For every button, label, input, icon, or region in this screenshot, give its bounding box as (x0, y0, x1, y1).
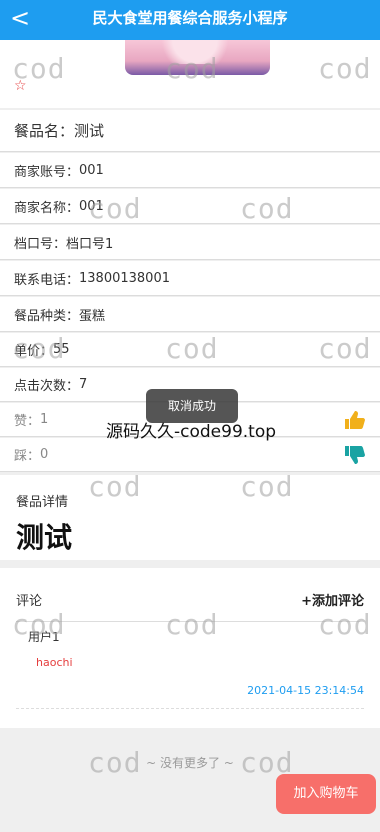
add-to-cart-button[interactable]: 加入购物车 (276, 774, 376, 814)
dislike-value: 0 (40, 447, 49, 462)
watermark: cod (88, 192, 142, 225)
info-row-name: 餐品名： 测试 (0, 110, 380, 152)
watermark: cod (88, 746, 142, 779)
watermark: cod (12, 52, 66, 85)
info-row-merchant-name: 商家名称： 001 (0, 189, 380, 224)
info-row-category: 餐品种类： 蛋糕 (0, 297, 380, 332)
watermark: cod (240, 470, 294, 503)
dislike-label: 踩： (14, 449, 41, 464)
watermark: cod (165, 608, 219, 641)
watermark: cod (12, 332, 66, 365)
watermark: cod (318, 332, 372, 365)
name-label: 餐品名： (14, 122, 75, 140)
info-row-stall: 档口号： 档口号1 (0, 225, 380, 260)
divider (16, 708, 364, 709)
thumbs-up-icon[interactable] (344, 410, 366, 435)
comments-title: 评论 (16, 594, 43, 609)
like-value: 1 (40, 412, 49, 427)
watermark: cod (240, 746, 294, 779)
name-value: 测试 (74, 122, 105, 140)
phone-label: 联系电话： (14, 272, 80, 288)
watermark: cod (165, 332, 219, 365)
add-comment-button[interactable]: +添加评论 (301, 590, 364, 609)
comments-section: 评论 +添加评论 用户1 haochi 2021-04-15 23:14:54 (0, 568, 380, 728)
phone-value: 13800138001 (79, 270, 170, 286)
like-label: 赞： (14, 414, 41, 429)
watermark: cod (88, 470, 142, 503)
page-title: 民大食堂用餐综合服务小程序 (92, 9, 288, 27)
clicks-value: 7 (79, 377, 88, 392)
no-more-text: ~ 没有更多了 ~ (146, 756, 234, 770)
detail-value: 测试 (16, 521, 73, 554)
merchant-name-label: 商家名称： (14, 200, 80, 216)
info-row-phone: 联系电话： 13800138001 (0, 261, 380, 296)
comment-text: haochi (36, 656, 73, 669)
category-label: 餐品种类： (14, 308, 80, 324)
clicks-label: 点击次数： (14, 379, 80, 394)
thumbs-down-icon[interactable] (344, 445, 366, 470)
overlay-watermark-text: 源码久久-code99.top (106, 422, 277, 442)
info-row-merchant-account: 商家账号： 001 (0, 153, 380, 188)
watermark: cod (240, 192, 294, 225)
merchant-account-value: 001 (79, 162, 104, 178)
watermark: cod (318, 608, 372, 641)
detail-section: 餐品详情 测试 (0, 475, 380, 560)
watermark: cod (318, 52, 372, 85)
top-bar: < 民大食堂用餐综合服务小程序 (0, 0, 380, 40)
watermark: cod (12, 608, 66, 641)
stall-label: 档口号： (14, 236, 67, 252)
watermark: cod (165, 52, 219, 85)
category-value: 蛋糕 (79, 308, 106, 324)
comment-time: 2021-04-15 23:14:54 (247, 684, 364, 697)
stall-value: 档口号1 (66, 236, 114, 252)
detail-label: 餐品详情 (16, 495, 69, 510)
merchant-account-label: 商家账号： (14, 164, 80, 180)
info-row-dislike: 踩： 0 (0, 438, 380, 472)
